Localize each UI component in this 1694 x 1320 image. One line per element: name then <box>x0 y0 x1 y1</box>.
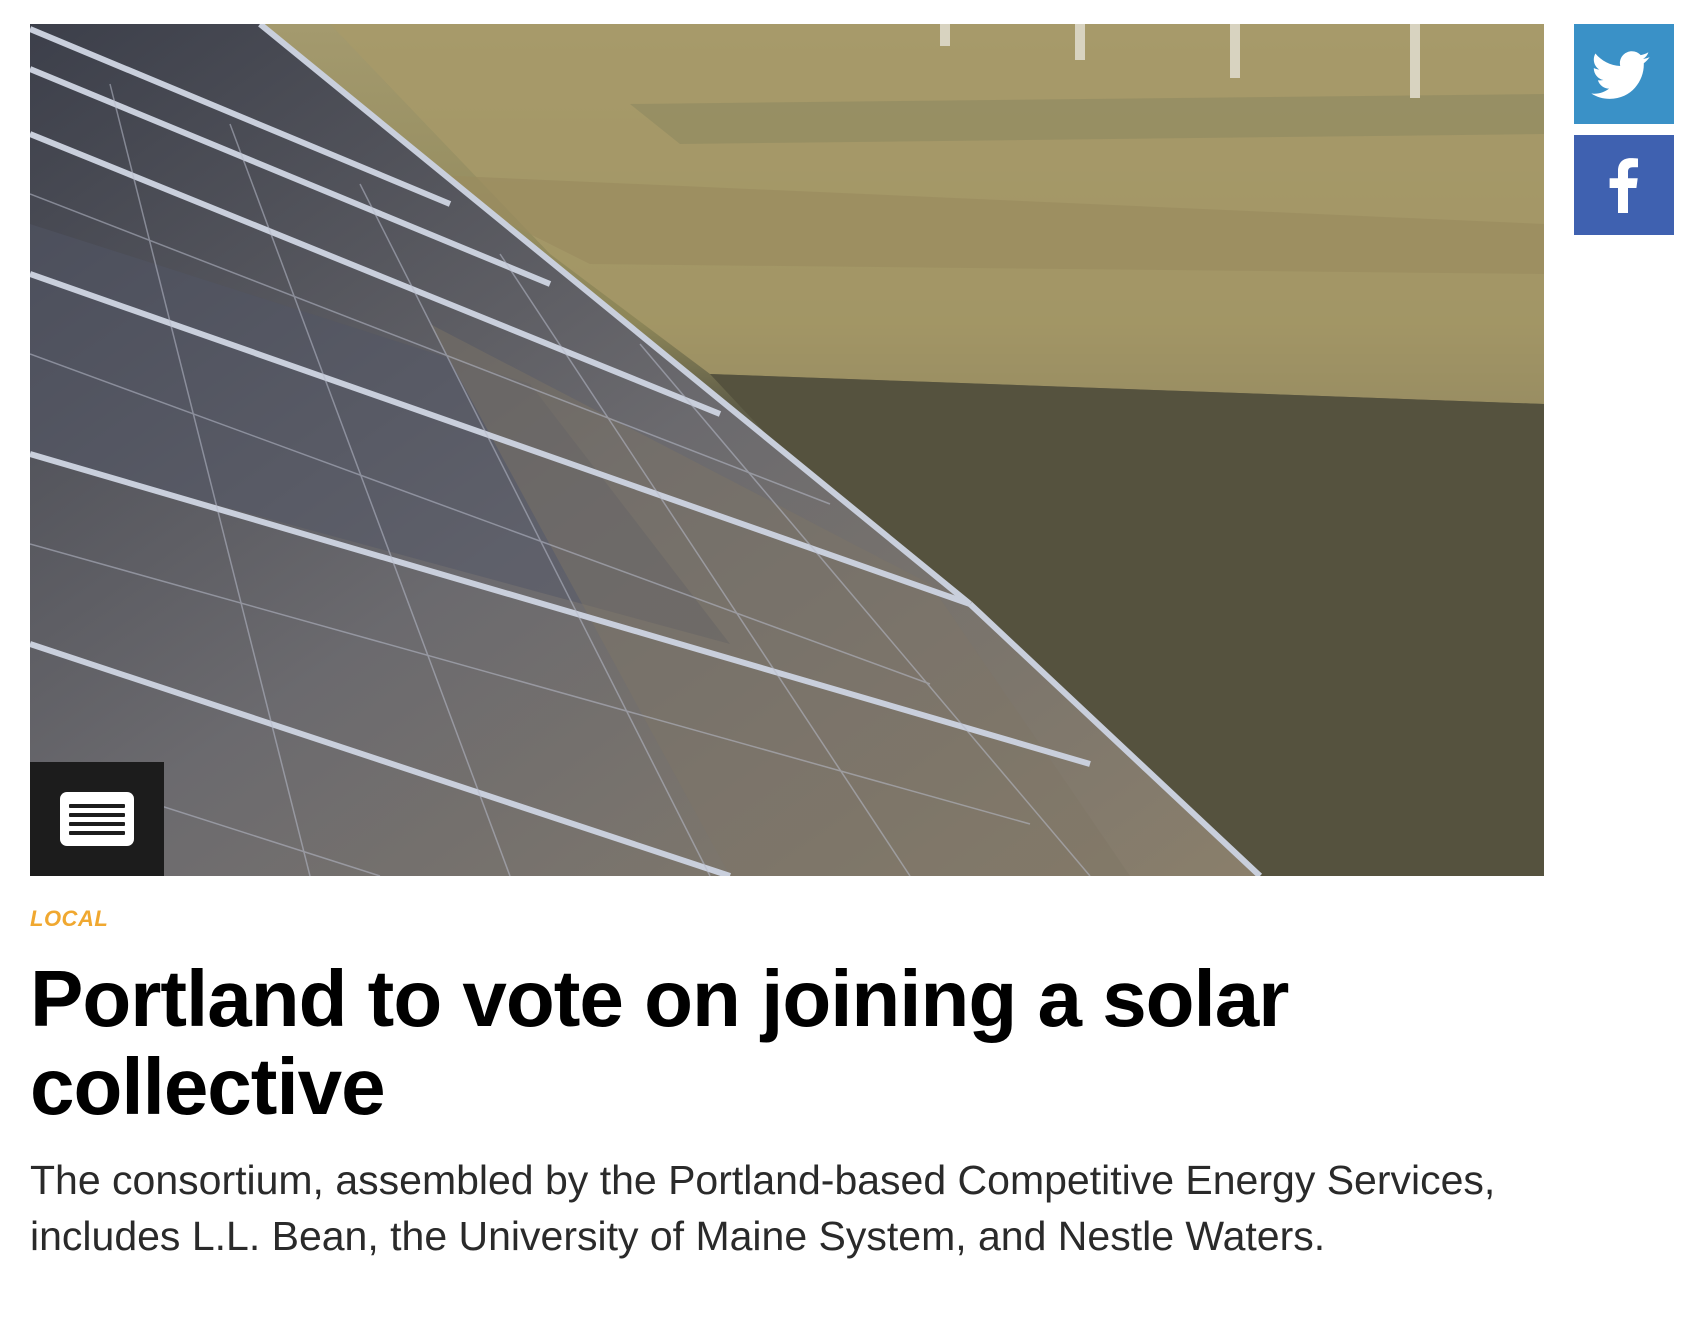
article-headline[interactable]: Portland to vote on joining a solar coll… <box>30 955 1530 1131</box>
article-page: LOCAL Portland to vote on joining a sola… <box>0 0 1694 1320</box>
facebook-f-icon <box>1609 158 1638 213</box>
menu-button[interactable] <box>30 762 164 876</box>
hamburger-menu-icon <box>60 792 134 846</box>
hero-image[interactable] <box>30 24 1544 876</box>
category-label[interactable]: LOCAL <box>30 906 108 932</box>
twitter-share-button[interactable] <box>1574 24 1674 124</box>
article-dek: The consortium, assembled by the Portlan… <box>30 1157 1496 1259</box>
solar-panels-photo <box>30 24 1544 876</box>
twitter-bird-icon <box>1591 51 1650 99</box>
facebook-share-button[interactable] <box>1574 135 1674 235</box>
